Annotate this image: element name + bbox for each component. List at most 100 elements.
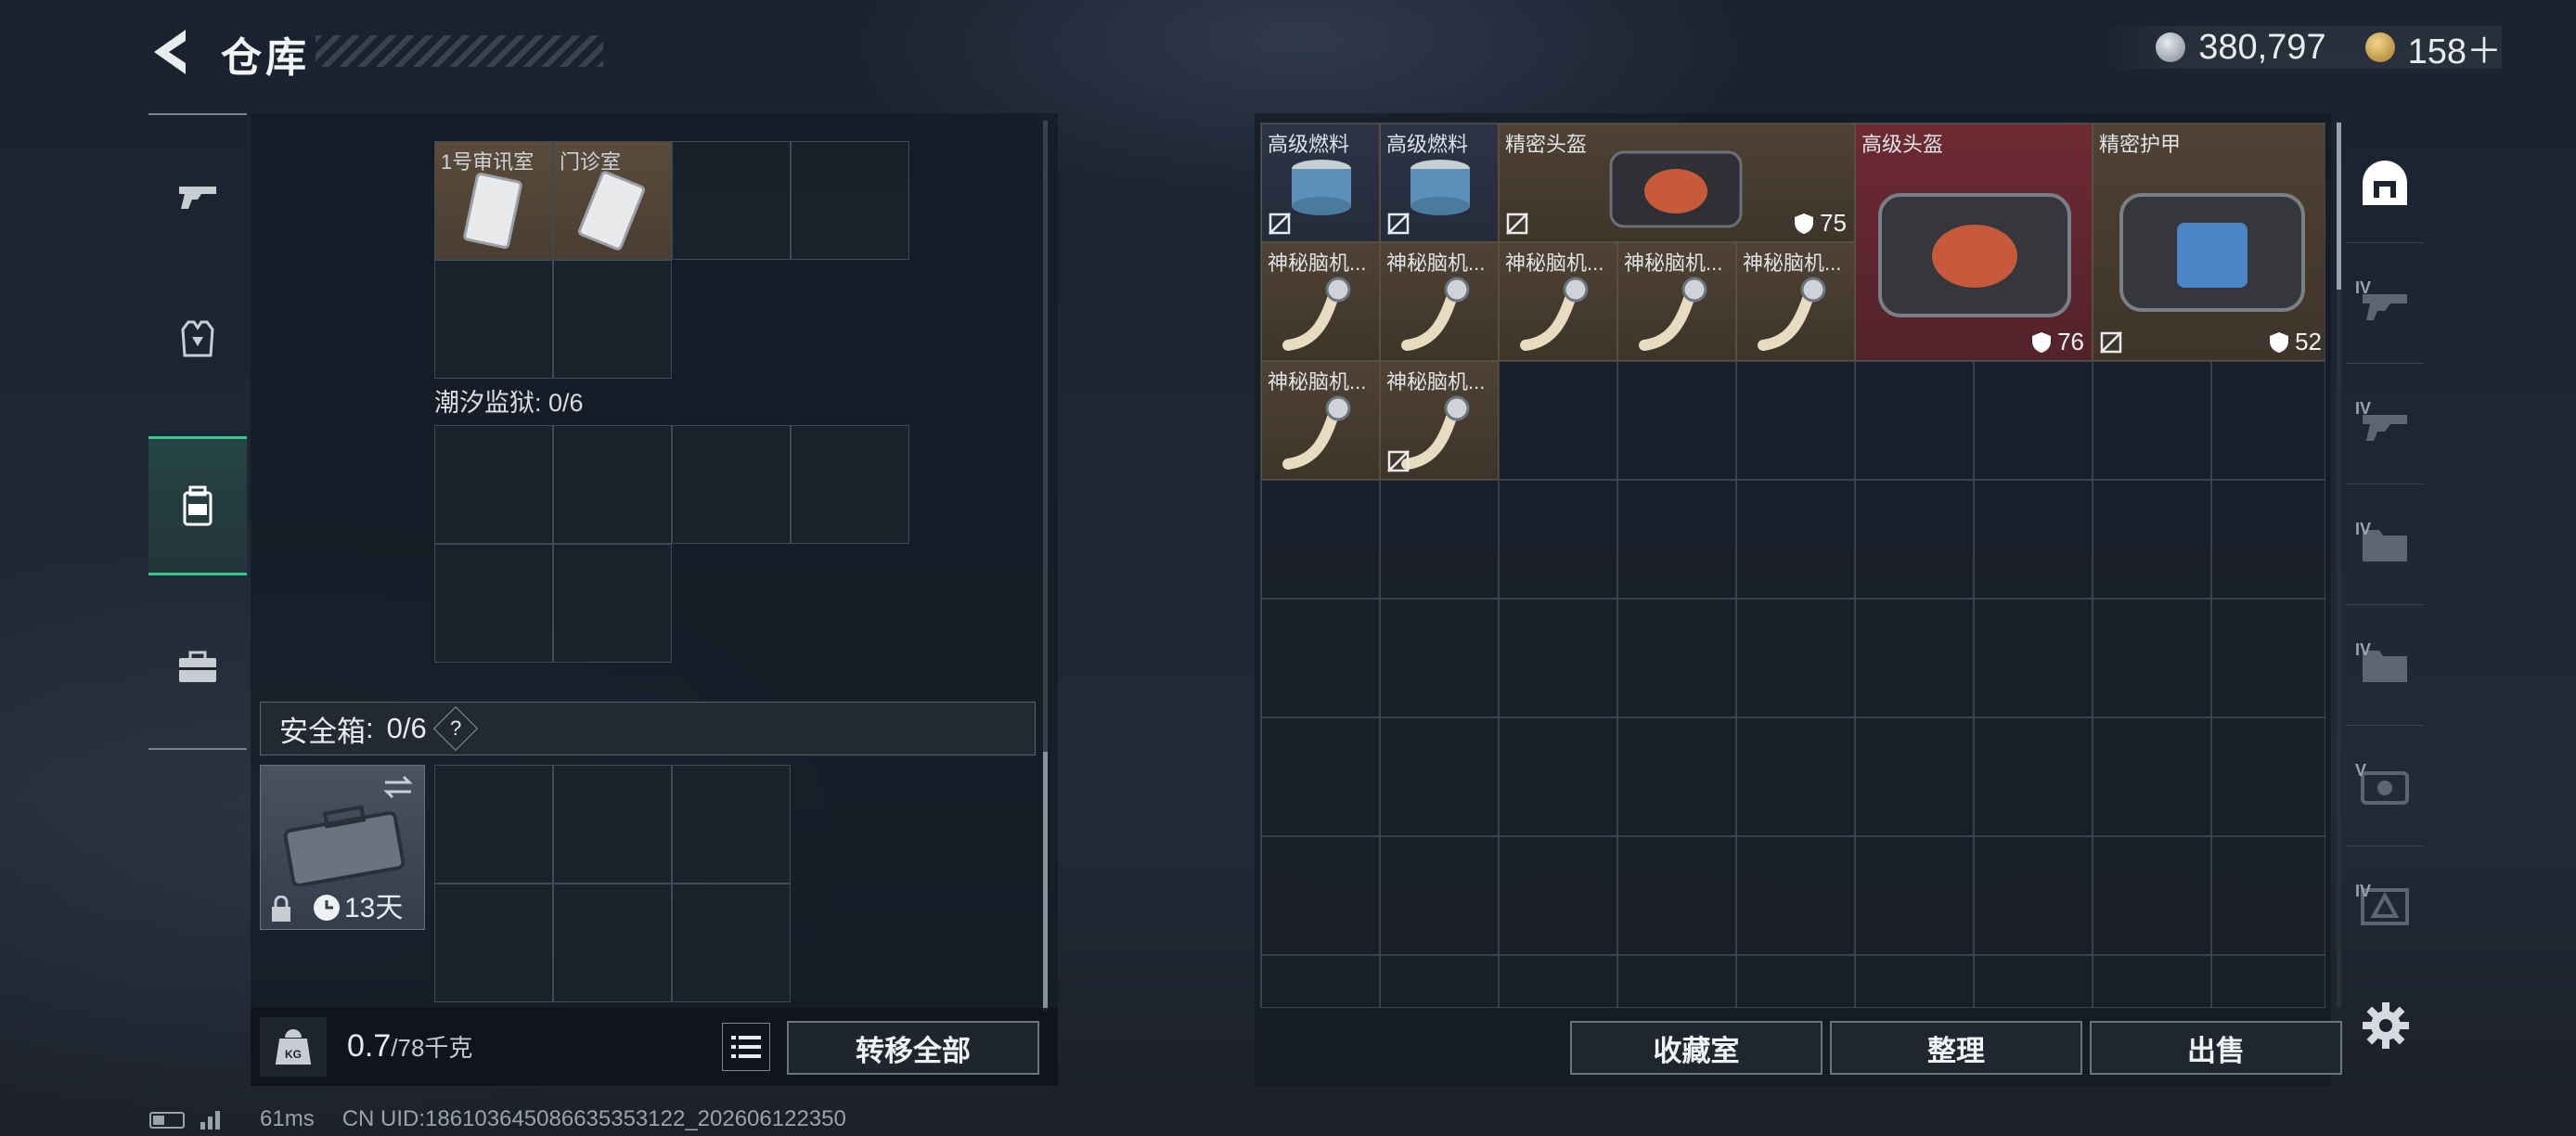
grid-slot[interactable] bbox=[1499, 717, 1617, 836]
grid-slot[interactable] bbox=[1974, 955, 2093, 1007]
tab-storage-3[interactable]: IV bbox=[2346, 364, 2424, 484]
grid-item[interactable]: 门诊室 bbox=[553, 141, 672, 260]
storage-item[interactable]: 神秘脑机... bbox=[1380, 242, 1499, 361]
grid-slot[interactable] bbox=[1736, 599, 1855, 717]
tab-storage[interactable] bbox=[148, 436, 247, 575]
right-scrollbar[interactable] bbox=[2337, 123, 2341, 1008]
grid-slot[interactable] bbox=[1380, 955, 1499, 1007]
grid-slot[interactable] bbox=[2093, 480, 2211, 599]
grid-slot[interactable] bbox=[1380, 717, 1499, 836]
grid-slot[interactable] bbox=[1974, 717, 2093, 836]
grid-slot[interactable] bbox=[1736, 955, 1855, 1007]
grid-slot[interactable] bbox=[1617, 836, 1736, 955]
grid-slot[interactable] bbox=[1261, 599, 1380, 717]
tab-equipment[interactable] bbox=[148, 269, 247, 408]
back-arrow-icon[interactable] bbox=[147, 26, 193, 78]
left-scrollbar[interactable] bbox=[1043, 121, 1048, 1012]
collection-room-button[interactable]: 收藏室 bbox=[1570, 1021, 1823, 1075]
grid-slot[interactable] bbox=[2211, 599, 2325, 717]
gold-amount[interactable]: 158＋ bbox=[2408, 22, 2502, 73]
grid-slot[interactable] bbox=[1736, 717, 1855, 836]
grid-slot[interactable] bbox=[1261, 480, 1380, 599]
grid-slot[interactable] bbox=[1855, 599, 1974, 717]
grid-slot[interactable] bbox=[1261, 836, 1380, 955]
storage-item[interactable]: 神秘脑机... bbox=[1736, 242, 1855, 361]
storage-item[interactable]: 神秘脑机... bbox=[1499, 242, 1617, 361]
grid-slot[interactable] bbox=[434, 260, 553, 379]
grid-slot[interactable] bbox=[1261, 955, 1380, 1007]
grid-slot[interactable] bbox=[553, 425, 672, 544]
grid-slot[interactable] bbox=[434, 425, 553, 544]
tab-weapons[interactable] bbox=[148, 124, 247, 264]
grid-slot[interactable] bbox=[1974, 599, 2093, 717]
grid-slot[interactable] bbox=[434, 544, 553, 663]
grid-slot[interactable] bbox=[2093, 599, 2211, 717]
storage-item[interactable]: 神秘脑机... bbox=[1261, 361, 1380, 480]
grid-slot[interactable] bbox=[1380, 480, 1499, 599]
storage-item[interactable]: 高级燃料 bbox=[1261, 123, 1380, 242]
grid-slot[interactable] bbox=[1499, 955, 1617, 1007]
grid-slot[interactable] bbox=[2211, 717, 2325, 836]
grid-slot[interactable] bbox=[1855, 480, 1974, 599]
grid-slot[interactable] bbox=[672, 765, 791, 884]
grid-slot[interactable] bbox=[1617, 955, 1736, 1007]
grid-slot[interactable] bbox=[2093, 955, 2211, 1007]
grid-slot[interactable] bbox=[1499, 361, 1617, 480]
grid-slot[interactable] bbox=[1380, 599, 1499, 717]
list-view-button[interactable] bbox=[722, 1023, 770, 1071]
grid-slot[interactable] bbox=[1617, 599, 1736, 717]
grid-slot[interactable] bbox=[434, 765, 553, 884]
tab-storage-7[interactable]: IV bbox=[2346, 846, 2424, 967]
tab-main-storage[interactable] bbox=[2346, 123, 2424, 243]
grid-slot[interactable] bbox=[2211, 955, 2325, 1007]
grid-slot[interactable] bbox=[553, 544, 672, 663]
sell-button[interactable]: 出售 bbox=[2090, 1021, 2342, 1075]
grid-slot[interactable] bbox=[1499, 599, 1617, 717]
tab-storage-4[interactable]: IV bbox=[2346, 484, 2424, 605]
grid-slot[interactable] bbox=[2211, 480, 2325, 599]
grid-slot[interactable] bbox=[1261, 717, 1380, 836]
grid-slot[interactable] bbox=[1617, 480, 1736, 599]
storage-item[interactable]: 神秘脑机... bbox=[1617, 242, 1736, 361]
grid-slot[interactable] bbox=[2093, 361, 2211, 480]
grid-slot[interactable] bbox=[1617, 361, 1736, 480]
tab-storage-5[interactable]: IV bbox=[2346, 605, 2424, 726]
tab-storage-2[interactable]: IV bbox=[2346, 243, 2424, 364]
grid-slot[interactable] bbox=[1499, 480, 1617, 599]
grid-slot[interactable] bbox=[434, 884, 553, 1002]
grid-slot[interactable] bbox=[1499, 836, 1617, 955]
grid-slot[interactable] bbox=[672, 884, 791, 1002]
grid-slot[interactable] bbox=[1736, 836, 1855, 955]
safe-box-item[interactable]: 13天 bbox=[260, 765, 425, 930]
grid-slot[interactable] bbox=[1855, 361, 1974, 480]
grid-slot[interactable] bbox=[2211, 836, 2325, 955]
grid-item[interactable]: 1号审讯室 bbox=[434, 141, 553, 260]
storage-item[interactable]: 精密头盔 75 bbox=[1499, 123, 1855, 242]
transfer-all-button[interactable]: 转移全部 bbox=[787, 1021, 1039, 1075]
storage-item[interactable]: 神秘脑机... bbox=[1380, 361, 1499, 480]
storage-item[interactable]: 高级头盔 76 bbox=[1855, 123, 2093, 361]
storage-item[interactable]: 精密护甲 52 bbox=[2093, 123, 2325, 361]
tab-toolbox[interactable] bbox=[148, 598, 247, 737]
swap-icon[interactable] bbox=[381, 773, 415, 801]
grid-slot[interactable] bbox=[1974, 480, 2093, 599]
tab-storage-6[interactable]: V bbox=[2346, 726, 2424, 846]
sort-button[interactable]: 整理 bbox=[1830, 1021, 2082, 1075]
grid-slot[interactable] bbox=[791, 425, 909, 544]
grid-slot[interactable] bbox=[1855, 717, 1974, 836]
grid-slot[interactable] bbox=[553, 260, 672, 379]
grid-slot[interactable] bbox=[672, 425, 791, 544]
grid-slot[interactable] bbox=[1974, 361, 2093, 480]
help-button[interactable]: ? bbox=[432, 705, 478, 752]
grid-slot[interactable] bbox=[553, 884, 672, 1002]
grid-slot[interactable] bbox=[791, 141, 909, 260]
grid-slot[interactable] bbox=[1617, 717, 1736, 836]
storage-item[interactable]: 高级燃料 bbox=[1380, 123, 1499, 242]
settings-gear-icon[interactable] bbox=[2361, 1000, 2411, 1051]
grid-slot[interactable] bbox=[1974, 836, 2093, 955]
grid-slot[interactable] bbox=[553, 765, 672, 884]
storage-item[interactable]: 神秘脑机... bbox=[1261, 242, 1380, 361]
grid-slot[interactable] bbox=[1855, 955, 1974, 1007]
grid-slot[interactable] bbox=[1855, 836, 1974, 955]
grid-slot[interactable] bbox=[2093, 836, 2211, 955]
